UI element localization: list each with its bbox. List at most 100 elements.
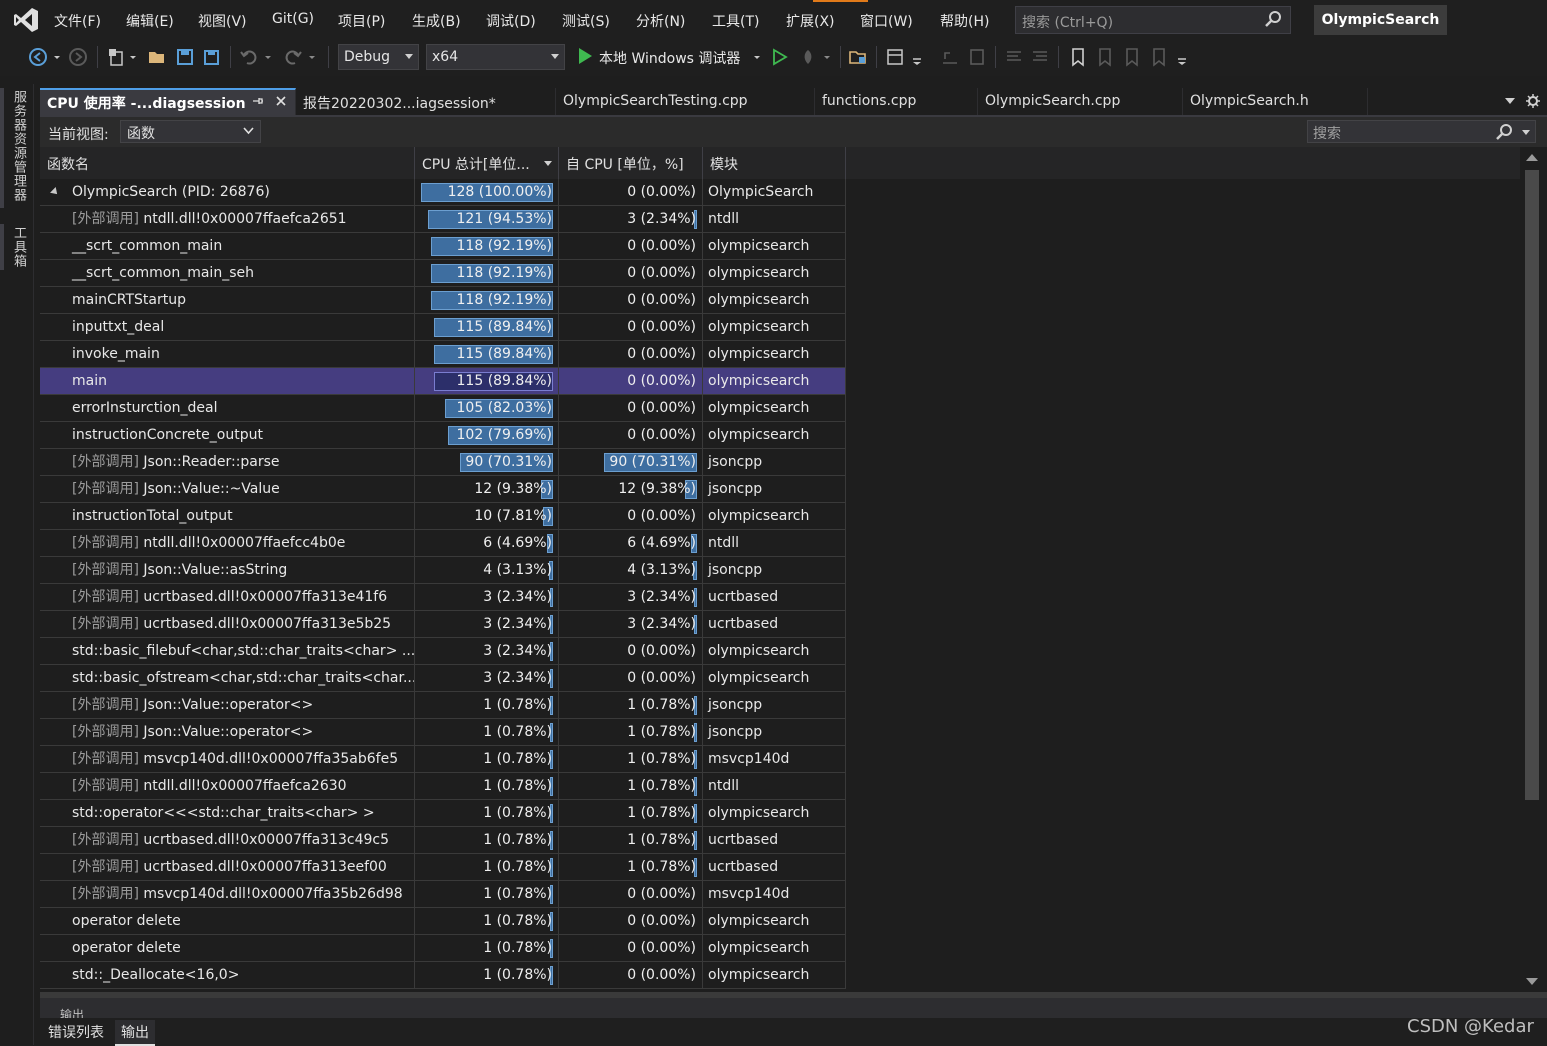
navigate-back-icon[interactable] — [28, 47, 48, 67]
table-row[interactable]: operator delete 1 (0.78%) 0 (0.00%) olympic… — [40, 935, 846, 962]
menu-window[interactable]: 窗口(W) — [860, 11, 913, 31]
toolbar-overflow-icon[interactable] — [910, 47, 924, 67]
previous-bookmark-icon[interactable] — [1095, 47, 1115, 67]
new-project-icon[interactable] — [107, 47, 127, 67]
table-row[interactable]: std::basic_ofstream<char,std::char_trait… — [40, 665, 846, 692]
search-options-dropdown-icon[interactable] — [1522, 130, 1530, 135]
tab-olympicsearch-h[interactable]: OlympicSearch.h — [1183, 88, 1368, 115]
back-dropdown-icon[interactable] — [52, 47, 62, 67]
tab-functions-cpp[interactable]: functions.cpp — [815, 88, 978, 115]
menu-git[interactable]: Git(G) — [272, 11, 314, 27]
hot-reload-dropdown-icon[interactable] — [822, 47, 832, 67]
solution-config-select[interactable]: Debug — [338, 44, 419, 70]
table-row[interactable]: [外部调用] ntdll.dll!0x00007ffaefcc4b0e 6 (4.… — [40, 530, 846, 557]
table-row[interactable]: OlympicSearch (PID: 26876) 128 (100.00%) 0… — [40, 179, 846, 206]
save-icon[interactable] — [175, 47, 195, 67]
table-row[interactable]: std::basic_filebuf<char,std::char_traits… — [40, 638, 846, 665]
tab-output[interactable]: 输出 — [115, 1020, 155, 1046]
menu-file[interactable]: 文件(F) — [54, 11, 101, 31]
disabled-action-icon[interactable] — [967, 47, 987, 67]
table-row[interactable]: errorInsturction_deal 105 (82.03%) 0 (0.00… — [40, 395, 846, 422]
menu-analyze[interactable]: 分析(N) — [636, 11, 685, 31]
table-row[interactable]: [外部调用] msvcp140d.dll!0x00007ffa35b26d98 1… — [40, 881, 846, 908]
toolbox-tab[interactable]: 工具箱 — [9, 226, 28, 268]
start-debugging-button[interactable]: 本地 Windows 调试器 — [599, 48, 740, 68]
column-header-module[interactable]: 模块 — [703, 147, 846, 179]
search-icon[interactable] — [1494, 122, 1514, 142]
column-header-self-cpu[interactable]: 自 CPU [单位，%] — [559, 147, 703, 179]
menu-project[interactable]: 项目(P) — [338, 11, 385, 31]
table-row[interactable]: instructionTotal_output 10 (7.81%) 0 (0.00… — [40, 503, 846, 530]
start-debugging-icon[interactable] — [576, 47, 594, 65]
column-header-name[interactable]: 函数名 — [40, 147, 415, 179]
column-header-total-cpu[interactable]: CPU 总计[单位... — [415, 147, 559, 179]
menu-help[interactable]: 帮助(H) — [940, 11, 989, 31]
step-icon[interactable] — [940, 47, 960, 67]
table-row[interactable]: std::operator<<<std::char_traits<char> >… — [40, 800, 846, 827]
table-row[interactable]: [外部调用] msvcp140d.dll!0x00007ffa35ab6fe5 1… — [40, 746, 846, 773]
tab-olympicsearch-cpp[interactable]: OlympicSearch.cpp — [978, 88, 1183, 115]
menu-test[interactable]: 测试(S) — [562, 11, 610, 31]
menu-edit[interactable]: 编辑(E) — [126, 11, 174, 31]
save-all-icon[interactable] — [201, 47, 221, 67]
open-folder-icon[interactable] — [147, 47, 167, 67]
table-row[interactable]: main 115 (89.84%) 0 (0.00%) olympicsearch — [40, 368, 846, 395]
search-icon[interactable] — [1263, 9, 1283, 29]
navigate-forward-icon[interactable] — [68, 47, 88, 67]
table-row[interactable]: [外部调用] ucrtbased.dll!0x00007ffa313e5b25 3… — [40, 611, 846, 638]
pin-icon[interactable] — [252, 95, 264, 107]
scroll-up-icon[interactable] — [1526, 154, 1538, 161]
hot-reload-icon[interactable] — [798, 47, 818, 67]
table-row[interactable]: mainCRTStartup 118 (92.19%) 0 (0.00%) olymp… — [40, 287, 846, 314]
table-row[interactable]: __scrt_common_main 118 (92.19%) 0 (0.00%) o… — [40, 233, 846, 260]
gear-icon[interactable] — [1526, 94, 1540, 108]
table-row[interactable]: [外部调用] ucrtbased.dll!0x00007ffa313c49c5 1… — [40, 827, 846, 854]
layout-icon[interactable] — [885, 47, 905, 67]
table-row[interactable]: [外部调用] ntdll.dll!0x00007ffaefca2630 1 (0.… — [40, 773, 846, 800]
start-without-debugging-icon[interactable] — [770, 47, 790, 67]
table-row[interactable]: [外部调用] Json::Value::asString 4 (3.13%) 4 (… — [40, 557, 846, 584]
table-row[interactable]: inputtxt_deal 115 (89.84%) 0 (0.00%) olympi… — [40, 314, 846, 341]
table-row[interactable]: [外部调用] ucrtbased.dll!0x00007ffa313e41f6 3… — [40, 584, 846, 611]
tab-olympicsearchtesting-cpp[interactable]: OlympicSearchTesting.cpp — [556, 88, 815, 115]
scroll-down-icon[interactable] — [1526, 978, 1538, 985]
server-explorer-tab[interactable]: 服务器资源管理器 — [9, 90, 28, 202]
tab-error-list[interactable]: 错误列表 — [42, 1020, 110, 1044]
visual-studio-logo-icon[interactable] — [12, 6, 40, 34]
menu-build[interactable]: 生成(B) — [412, 11, 461, 31]
table-row[interactable]: [外部调用] Json::Reader::parse 90 (70.31%) 90 … — [40, 449, 846, 476]
debug-target-dropdown-icon[interactable] — [752, 47, 762, 67]
table-row[interactable]: [外部调用] ntdll.dll!0x00007ffaefca2651 121 (… — [40, 206, 846, 233]
solution-name-badge[interactable]: OlympicSearch — [1314, 5, 1447, 35]
uncomment-lines-icon[interactable] — [1030, 47, 1050, 67]
next-bookmark-icon[interactable] — [1122, 47, 1142, 67]
current-view-select[interactable]: 函数 — [120, 120, 261, 143]
solution-explorer-icon[interactable] — [848, 47, 868, 67]
menu-extensions[interactable]: 扩展(X) — [786, 11, 835, 31]
clear-bookmarks-icon[interactable] — [1149, 47, 1169, 67]
menu-tools[interactable]: 工具(T) — [712, 11, 759, 31]
tab-list-dropdown-icon[interactable] — [1505, 98, 1515, 104]
scrollbar-thumb[interactable] — [1525, 170, 1539, 800]
table-row[interactable]: [外部调用] ucrtbased.dll!0x00007ffa313eef00 1… — [40, 854, 846, 881]
menu-view[interactable]: 视图(V) — [198, 11, 247, 31]
table-row[interactable]: [外部调用] Json::Value::operator<> 1 (0.78%) 1… — [40, 719, 846, 746]
table-row[interactable]: __scrt_common_main_seh 118 (92.19%) 0 (0.0… — [40, 260, 846, 287]
comment-lines-icon[interactable] — [1004, 47, 1024, 67]
close-icon[interactable] — [275, 95, 287, 107]
redo-dropdown-icon[interactable] — [307, 47, 317, 67]
table-row[interactable]: operator delete 1 (0.78%) 0 (0.00%) olympic… — [40, 908, 846, 935]
global-search-input[interactable]: 搜索 (Ctrl+Q) — [1015, 6, 1291, 34]
collapse-triangle-icon[interactable] — [50, 187, 60, 197]
table-row[interactable]: [外部调用] Json::Value::~Value 12 (9.38%) 12 (… — [40, 476, 846, 503]
undo-dropdown-icon[interactable] — [263, 47, 273, 67]
table-row[interactable]: instructionConcrete_output 102 (79.69%) 0 … — [40, 422, 846, 449]
table-row[interactable]: invoke_main 115 (89.84%) 0 (0.00%) olympics… — [40, 341, 846, 368]
tab-report[interactable]: 报告20220302...iagsession* — [296, 88, 556, 115]
table-row[interactable]: std::_Deallocate<16,0> 1 (0.78%) 0 (0.00%)… — [40, 962, 846, 989]
table-row[interactable]: [外部调用] Json::Value::operator<> 1 (0.78%) 1… — [40, 692, 846, 719]
bookmark-icon[interactable] — [1068, 47, 1088, 67]
menu-debug[interactable]: 调试(D) — [486, 11, 536, 31]
platform-select[interactable]: x64 — [426, 44, 565, 70]
redo-icon[interactable] — [283, 47, 303, 67]
